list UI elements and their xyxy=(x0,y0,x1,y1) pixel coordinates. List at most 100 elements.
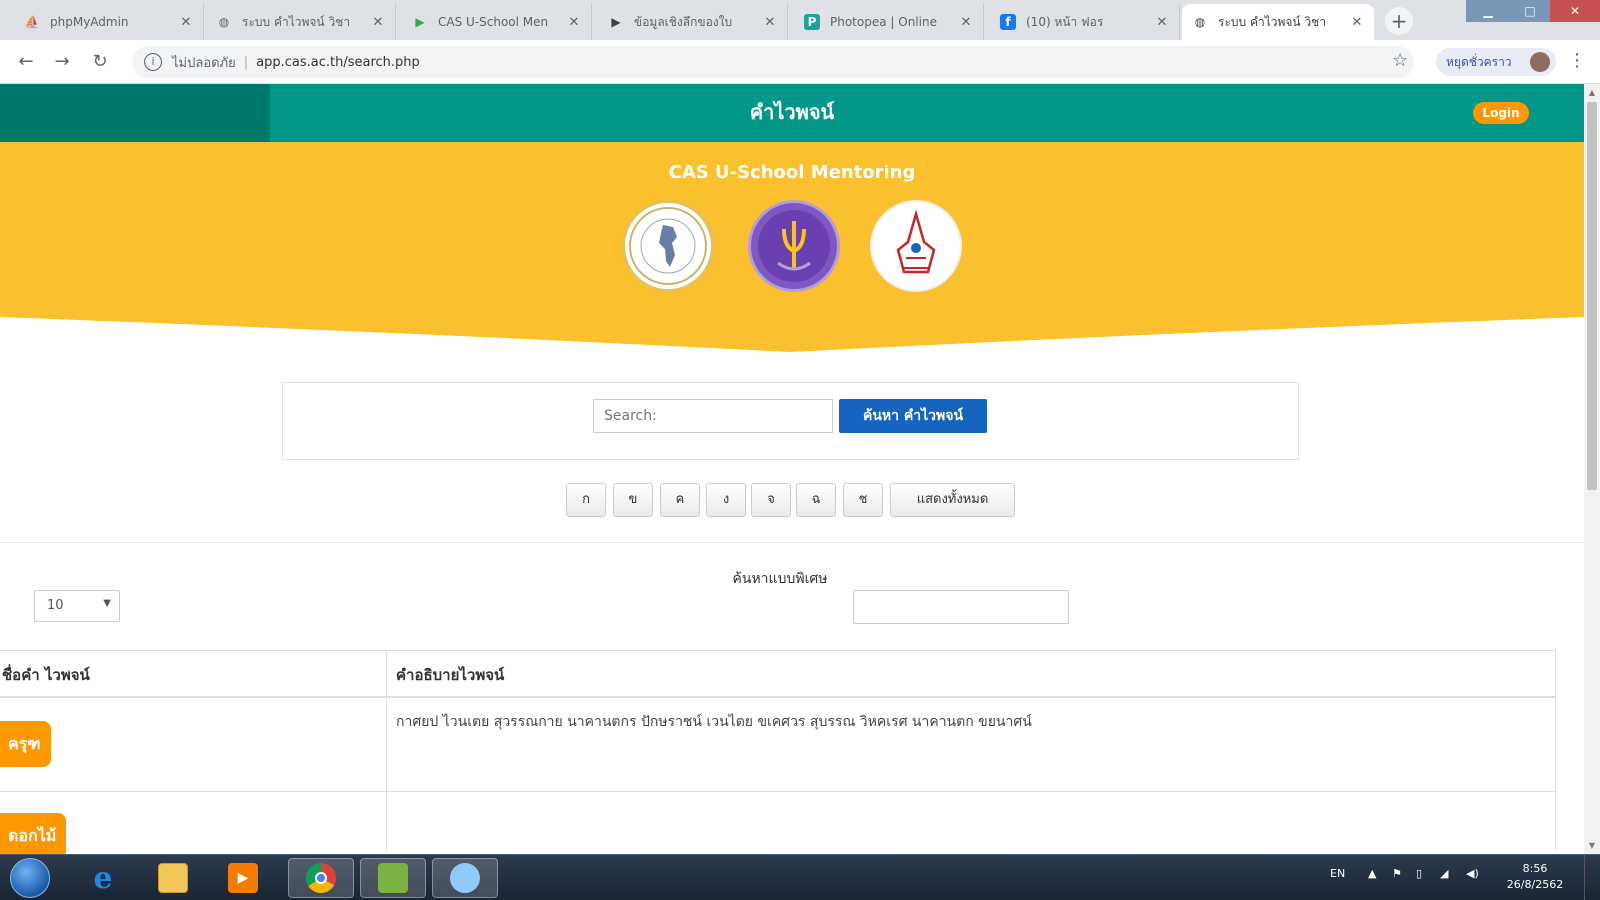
avatar xyxy=(1530,52,1550,72)
windows-start-icon[interactable] xyxy=(10,858,50,898)
letter-filter-button[interactable]: ค xyxy=(660,483,700,517)
letter-filter-button[interactable]: ก xyxy=(566,483,606,517)
scroll-up-icon[interactable]: ▲ xyxy=(1584,88,1600,97)
close-icon[interactable]: ✕ xyxy=(371,15,385,30)
search-input[interactable] xyxy=(593,399,833,433)
play-console-icon: ▶ xyxy=(611,15,621,29)
new-tab-button[interactable]: + xyxy=(1385,7,1413,35)
tab-label: CAS U-School Men xyxy=(438,15,549,29)
action-center-flag-icon[interactable]: ⚑ xyxy=(1392,867,1402,880)
taskbar-app-media[interactable]: ▶ xyxy=(210,858,276,898)
university-seal-art xyxy=(896,209,936,274)
close-icon[interactable]: ✕ xyxy=(959,15,973,30)
letter-filter-button[interactable]: ข xyxy=(613,483,653,517)
globe-icon: ◍ xyxy=(1194,15,1206,29)
page-scrollbar[interactable]: ▲ ▼ xyxy=(1584,84,1600,854)
back-arrow-icon[interactable]: ← xyxy=(14,50,38,74)
word-button-row-2[interactable]: ดอกไม้ xyxy=(0,813,67,859)
minimize-icon[interactable]: ▁ xyxy=(1466,0,1510,22)
battery-icon[interactable]: ▯ xyxy=(1416,867,1422,880)
page-size-value: 10 xyxy=(47,598,64,613)
tab-facebook[interactable]: f (10) หน้า ฟอร ✕ xyxy=(990,4,1180,40)
page-title: คำไวพจน์ xyxy=(749,100,835,124)
address-bar[interactable]: i ไม่ปลอดภัย | app.cas.ac.th/search.php xyxy=(132,46,1414,78)
info-icon[interactable]: i xyxy=(144,53,162,71)
section-divider xyxy=(0,542,1584,543)
system-clock[interactable]: 8:56 26/8/2562 xyxy=(1500,861,1570,893)
tab-wordsearch[interactable]: ◍ ระบบ คำไวพจน์ วิชา ✕ xyxy=(206,4,396,40)
tab-play-console[interactable]: ▶ ข้อมูลเชิงลึกของใบ ✕ xyxy=(598,4,788,40)
taskbar-app-chrome[interactable] xyxy=(288,858,354,898)
chevron-down-icon: ▼ xyxy=(103,598,111,609)
close-icon[interactable]: ✕ xyxy=(763,15,777,30)
tab-photopea[interactable]: P Photopea | Online ✕ xyxy=(794,4,984,40)
tab-wordsearch-active[interactable]: ◍ ระบบ คำไวพจน์ วิชา ✕ xyxy=(1182,4,1374,40)
close-icon[interactable]: ✕ xyxy=(179,15,193,30)
university-seal-logo-icon xyxy=(870,200,962,292)
header-separator xyxy=(0,696,1555,698)
ie-icon: e xyxy=(93,860,113,896)
show-desktop-button[interactable] xyxy=(1584,855,1600,900)
close-icon[interactable]: ✕ xyxy=(1350,15,1364,30)
letter-filter-button[interactable]: จ xyxy=(751,483,791,517)
word-button-row-1[interactable]: ครุฑ xyxy=(0,721,51,767)
maximize-icon[interactable]: □ xyxy=(1510,0,1550,22)
address-separator: | xyxy=(243,54,249,70)
volume-icon[interactable]: ◀) xyxy=(1466,867,1479,880)
reload-icon[interactable]: ↻ xyxy=(88,50,112,74)
tab-label: ข้อมูลเชิงลึกของใบ xyxy=(634,14,733,29)
tab-label: ระบบ คำไวพจน์ วิชา xyxy=(1218,14,1327,29)
taskbar-app-other[interactable] xyxy=(432,858,498,898)
notepad-icon xyxy=(378,863,408,893)
page-size-select[interactable]: 10 ▼ xyxy=(34,590,120,622)
window-close-icon[interactable]: ✕ xyxy=(1550,0,1600,22)
browser-menu-icon[interactable]: ⋮ xyxy=(1568,50,1586,71)
taskbar-app-explorer[interactable] xyxy=(140,858,206,898)
browser-toolbar: ← → ↻ i ไม่ปลอดภัย | app.cas.ac.th/searc… xyxy=(0,40,1600,84)
close-icon[interactable]: ✕ xyxy=(567,15,581,30)
play-store-icon: ▶ xyxy=(415,15,425,29)
search-button[interactable]: ค้นหา คำไวพจน์ xyxy=(839,399,987,433)
search-card: ค้นหา คำไวพจน์ xyxy=(282,382,1299,460)
tab-cas-mentoring[interactable]: ▶ CAS U-School Men ✕ xyxy=(402,4,592,40)
letter-filter-button[interactable]: ช xyxy=(843,483,883,517)
chrome-icon xyxy=(306,863,336,893)
profile-button[interactable]: หยุดชั่วคราว xyxy=(1436,48,1556,76)
clock-time: 8:56 xyxy=(1522,862,1548,875)
scroll-down-icon[interactable]: ▼ xyxy=(1584,841,1600,850)
phpmyadmin-icon: ⛵ xyxy=(24,15,40,29)
letter-filter-button[interactable]: ฉ xyxy=(796,483,836,517)
windows-taskbar: e ▶ EN ▲ ⚑ ▯ ◢ ◀) 8:56 26/8/2562 xyxy=(0,854,1600,900)
profile-label: หยุดชั่วคราว xyxy=(1446,54,1512,69)
letter-filter-button[interactable]: ง xyxy=(706,483,746,517)
globe-icon: ◍ xyxy=(218,15,230,29)
advanced-search-label: ค้นหาแบบพิเศษ xyxy=(732,571,828,587)
advanced-search-input[interactable] xyxy=(853,590,1069,624)
show-all-button[interactable]: แสดงทั้งหมด xyxy=(890,483,1015,517)
media-player-icon: ▶ xyxy=(228,863,258,893)
taskbar-app-ie[interactable]: e xyxy=(70,858,136,898)
photopea-icon: P xyxy=(804,14,820,30)
trident-seal-logo-icon xyxy=(748,200,840,292)
tab-label: (10) หน้า ฟอร xyxy=(1026,14,1104,29)
chrome-icon-center xyxy=(315,872,327,884)
tab-phpmyadmin[interactable]: ⛵ phpMyAdmin ✕ xyxy=(14,4,204,40)
tab-label: phpMyAdmin xyxy=(50,15,129,29)
facebook-icon: f xyxy=(1000,14,1016,30)
tray-expand-icon[interactable]: ▲ xyxy=(1368,867,1376,880)
forward-arrow-icon[interactable]: → xyxy=(50,50,74,74)
file-explorer-icon xyxy=(158,863,188,893)
close-icon[interactable]: ✕ xyxy=(1155,15,1169,30)
browser-tab-strip: ⛵ phpMyAdmin ✕ ◍ ระบบ คำไวพจน์ วิชา ✕ ▶ … xyxy=(0,0,1600,40)
taskbar-app-notepad[interactable] xyxy=(360,858,426,898)
login-button[interactable]: Login xyxy=(1473,102,1529,124)
url-text[interactable]: app.cas.ac.th/search.php xyxy=(256,55,420,70)
network-signal-icon[interactable]: ◢ xyxy=(1440,867,1448,880)
scrollbar-thumb[interactable] xyxy=(1587,102,1597,490)
app-icon xyxy=(450,863,480,893)
clock-date: 26/8/2562 xyxy=(1506,878,1564,891)
language-indicator[interactable]: EN xyxy=(1330,867,1345,880)
tab-label: Photopea | Online xyxy=(830,15,937,29)
tab-label: ระบบ คำไวพจน์ วิชา xyxy=(242,14,351,29)
bookmark-star-icon[interactable]: ☆ xyxy=(1392,50,1408,71)
